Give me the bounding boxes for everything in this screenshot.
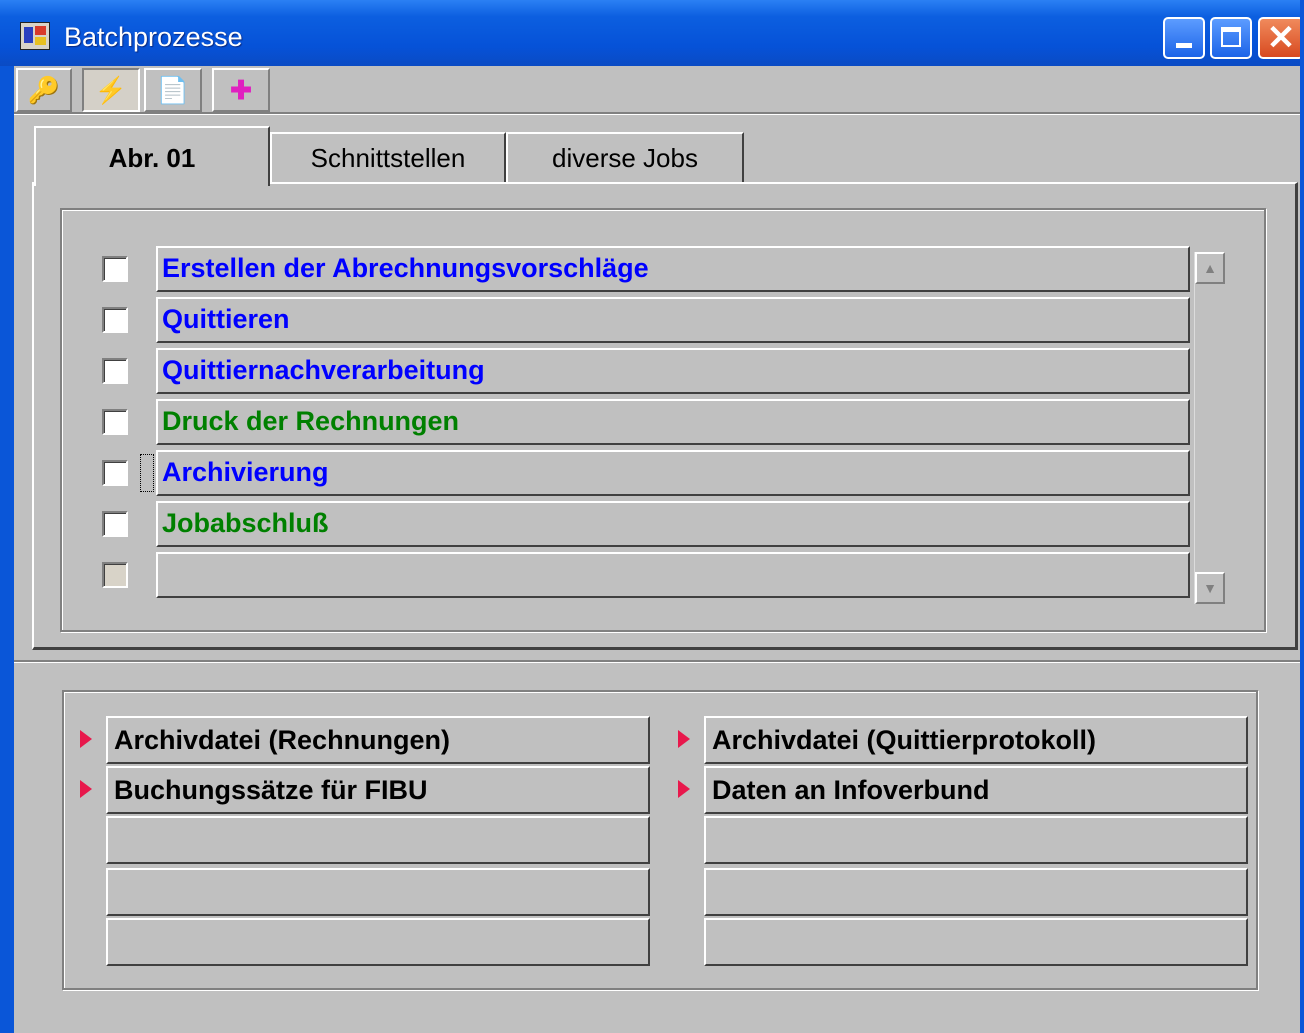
job-checkbox[interactable] [102, 256, 128, 282]
output-button[interactable] [106, 918, 650, 966]
tab-diverse-jobs[interactable]: diverse Jobs [506, 132, 744, 182]
window: Batchprozesse ✕ 🔑 ⚡ 📄 ✚ Abr. 01 Schnitts… [0, 0, 1304, 1033]
job-row: Druck der Rechnungen [102, 399, 1222, 449]
output-button[interactable]: Buchungssätze für FIBU [106, 766, 650, 814]
output-row [678, 918, 1268, 966]
document-button[interactable]: 📄 [144, 68, 202, 112]
job-button[interactable]: Quittieren [156, 297, 1190, 343]
job-button[interactable]: Druck der Rechnungen [156, 399, 1190, 445]
focus-indicator [140, 454, 154, 492]
output-row [678, 816, 1268, 864]
scroll-down-button[interactable]: ▼ [1195, 572, 1225, 604]
close-icon: ✕ [1266, 19, 1296, 57]
job-checkbox[interactable] [102, 460, 128, 486]
lightning-icon: ⚡ [94, 75, 128, 105]
job-checkbox[interactable] [102, 409, 128, 435]
output-button[interactable]: Daten an Infoverbund [704, 766, 1248, 814]
output-row: Daten an Infoverbund [678, 766, 1268, 814]
output-row: Archivdatei (Rechnungen) [80, 716, 670, 764]
client-area: 🔑 ⚡ 📄 ✚ Abr. 01 Schnittstellen diverse J… [14, 66, 1304, 1033]
job-button[interactable]: Archivierung [156, 450, 1190, 496]
job-list-group: Erstellen der Abrechnungsvorschläge Quit… [60, 208, 1266, 632]
triangle-right-icon [80, 780, 92, 798]
output-row [80, 816, 670, 864]
minimize-icon [1176, 43, 1192, 48]
job-checkbox[interactable] [102, 562, 128, 588]
output-button[interactable] [106, 868, 650, 916]
output-button[interactable]: Archivdatei (Quittierprotokoll) [704, 716, 1248, 764]
output-button[interactable] [704, 868, 1248, 916]
job-checkbox[interactable] [102, 307, 128, 333]
triangle-right-icon [678, 780, 690, 798]
job-row: Quittieren [102, 297, 1222, 347]
triangle-right-icon [80, 730, 92, 748]
output-row [80, 918, 670, 966]
output-row: Archivdatei (Quittierprotokoll) [678, 716, 1268, 764]
job-button[interactable]: Quittiernachverarbeitung [156, 348, 1190, 394]
output-row [678, 868, 1268, 916]
puzzle-icon: ✚ [230, 75, 252, 105]
job-checkbox[interactable] [102, 511, 128, 537]
key-button[interactable]: 🔑 [16, 68, 72, 112]
job-list-scrollbar[interactable]: ▲ ▼ [1194, 252, 1225, 604]
job-checkbox[interactable] [102, 358, 128, 384]
window-title: Batchprozesse [64, 22, 243, 52]
puzzle-button[interactable]: ✚ [212, 68, 270, 112]
title-bar[interactable]: Batchprozesse ✕ [0, 0, 1304, 66]
scroll-up-button[interactable]: ▲ [1195, 252, 1225, 284]
job-button[interactable]: Jobabschluß [156, 501, 1190, 547]
tab-abr-01[interactable]: Abr. 01 [34, 126, 270, 186]
tab-panel: Erstellen der Abrechnungsvorschläge Quit… [32, 182, 1298, 650]
document-icon: 📄 [156, 75, 190, 105]
window-border [1300, 0, 1304, 1033]
app-icon[interactable] [20, 22, 50, 50]
toolbar-divider [14, 112, 1304, 115]
output-files-group: Archivdatei (Rechnungen) Buchungssätze f… [62, 690, 1258, 990]
output-row [80, 868, 670, 916]
output-button[interactable]: Archivdatei (Rechnungen) [106, 716, 650, 764]
run-batch-button[interactable]: ⚡ [82, 68, 140, 112]
job-row [102, 552, 1222, 602]
output-row: Buchungssätze für FIBU [80, 766, 670, 814]
minimize-button[interactable] [1163, 17, 1205, 59]
job-row: Quittiernachverarbeitung [102, 348, 1222, 398]
close-button[interactable]: ✕ [1258, 17, 1304, 59]
output-button[interactable] [704, 918, 1248, 966]
job-button[interactable] [156, 552, 1190, 598]
section-divider [14, 660, 1304, 663]
output-button[interactable] [704, 816, 1248, 864]
key-icon: 🔑 [27, 75, 61, 105]
maximize-button[interactable] [1210, 17, 1252, 59]
job-row: Erstellen der Abrechnungsvorschläge [102, 246, 1222, 296]
tab-schnittstellen[interactable]: Schnittstellen [270, 132, 506, 182]
maximize-icon [1221, 27, 1241, 47]
output-button[interactable] [106, 816, 650, 864]
triangle-right-icon [678, 730, 690, 748]
job-row: Archivierung [102, 450, 1222, 500]
job-button[interactable]: Erstellen der Abrechnungsvorschläge [156, 246, 1190, 292]
job-row: Jobabschluß [102, 501, 1222, 551]
